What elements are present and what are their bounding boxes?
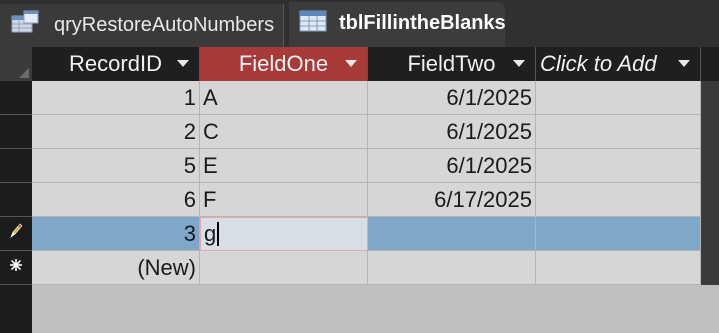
document-tab-strip: qryRestoreAutoNumbers tblFillintheBlanks [0,0,719,47]
cell-click-to-add[interactable] [536,183,701,217]
table-row: 5 E 6/1/2025 [0,149,719,183]
column-header-recordid[interactable]: RecordID [32,47,200,81]
cell-fieldone[interactable]: F [200,183,368,217]
cell-fieldone[interactable]: A [200,81,368,115]
cell-recordid[interactable]: 3 [32,217,200,251]
cell-click-to-add[interactable] [536,115,701,149]
column-header-row: RecordID FieldOne FieldTwo Click to Add [0,47,719,81]
chevron-down-icon[interactable] [177,60,189,67]
selector-column-filler [0,285,32,333]
pencil-icon [8,222,24,245]
tab-qryRestoreAutoNumbers[interactable]: qryRestoreAutoNumbers [0,4,284,47]
table-row: 1 A 6/1/2025 [0,81,719,115]
record-selector[interactable] [0,81,32,115]
cell-fieldtwo[interactable]: 6/1/2025 [368,149,536,183]
empty-grid-area [0,285,719,333]
cell-fieldtwo[interactable]: 6/1/2025 [368,81,536,115]
cell-fieldtwo[interactable] [368,217,536,251]
table-row-new: (New) [0,251,719,285]
cell-fieldone[interactable] [200,251,368,285]
query-icon [10,10,40,42]
cell-fieldone-editing[interactable]: g [200,217,368,251]
cell-fieldtwo[interactable] [368,251,536,285]
record-selector[interactable] [0,115,32,149]
column-header-fieldone[interactable]: FieldOne [200,47,368,81]
cell-fieldtwo[interactable]: 6/17/2025 [368,183,536,217]
grid-filler [32,285,719,333]
table-icon [299,10,327,38]
cell-click-to-add[interactable] [536,217,701,251]
column-label: RecordID [69,51,162,76]
table-row-current: 3 g [0,217,719,251]
tab-tblFillintheBlanks[interactable]: tblFillintheBlanks [289,2,506,47]
column-header-fieldtwo[interactable]: FieldTwo [368,47,536,81]
cell-recordid[interactable]: 5 [32,149,200,183]
record-selector[interactable] [0,183,32,217]
table-row: 6 F 6/17/2025 [0,183,719,217]
cell-fieldone[interactable]: C [200,115,368,149]
cell-click-to-add[interactable] [536,81,701,115]
column-label: Click to Add [540,51,657,76]
column-label: FieldTwo [407,51,496,76]
chevron-down-icon[interactable] [678,60,690,67]
record-selector[interactable] [0,217,32,251]
record-selector[interactable] [0,149,32,183]
datasheet-grid: RecordID FieldOne FieldTwo Click to Add … [0,47,719,333]
chevron-down-icon[interactable] [345,60,357,67]
table-row: 2 C 6/1/2025 [0,115,719,149]
cell-recordid[interactable]: (New) [32,251,200,285]
cell-click-to-add[interactable] [536,251,701,285]
cell-fieldtwo[interactable]: 6/1/2025 [368,115,536,149]
cell-recordid[interactable]: 6 [32,183,200,217]
column-label: FieldOne [238,51,329,76]
cell-recordid[interactable]: 2 [32,115,200,149]
text-caret [217,222,220,246]
tab-label: tblFillintheBlanks [339,12,506,34]
cell-recordid[interactable]: 1 [32,81,200,115]
select-all-button[interactable] [0,47,32,81]
column-header-click-to-add[interactable]: Click to Add [536,47,701,81]
chevron-down-icon[interactable] [513,60,525,67]
tab-label: qryRestoreAutoNumbers [54,14,275,36]
cell-value: g [204,221,217,246]
record-selector[interactable] [0,251,32,285]
cell-click-to-add[interactable] [536,149,701,183]
new-record-icon [9,258,23,277]
cell-fieldone[interactable]: E [200,149,368,183]
